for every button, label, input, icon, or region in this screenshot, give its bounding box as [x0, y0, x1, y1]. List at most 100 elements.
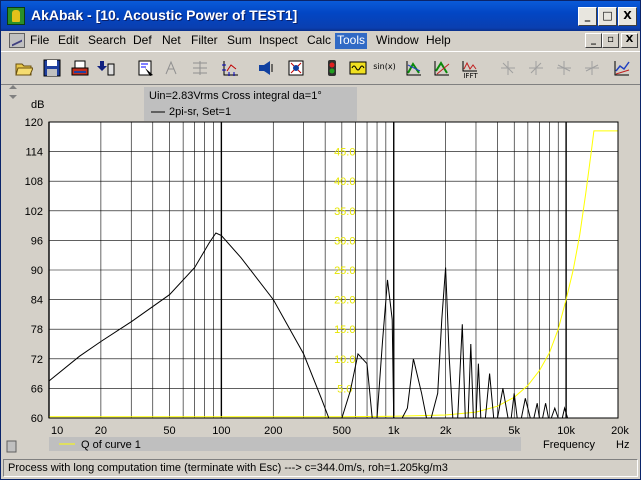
acoustic-button[interactable] — [283, 55, 308, 80]
x-tick-label: 200 — [264, 425, 282, 437]
menu-calc[interactable]: Calc — [305, 33, 333, 49]
y-tick-label: 60 — [31, 413, 43, 425]
q-axis-tick-label: 45.0 — [334, 147, 355, 159]
menu-edit[interactable]: Edit — [56, 33, 81, 49]
signal-button[interactable] — [345, 55, 370, 80]
menu-file[interactable]: File — [28, 33, 51, 49]
menu-search[interactable]: Search — [86, 33, 128, 49]
view4-button[interactable] — [579, 55, 604, 80]
print-button[interactable] — [67, 55, 92, 80]
q-axis-tick-label: 35.0 — [334, 206, 355, 218]
y-axis-unit: dB — [31, 99, 44, 111]
view1-button[interactable] — [495, 55, 520, 80]
close-button[interactable]: X — [618, 7, 637, 26]
frequency-label: Frequency — [543, 439, 595, 451]
info-line-2: 2pi-sr, Set=1 — [169, 106, 231, 118]
cursor-button[interactable] — [159, 55, 184, 80]
multi-curve-icon — [434, 61, 450, 76]
scroll-up-arrow[interactable] — [9, 85, 17, 89]
y-tick-label: 108 — [25, 176, 43, 188]
page-icon[interactable] — [6, 440, 17, 453]
child-minimize-button[interactable]: _ — [585, 33, 602, 48]
ifft-button[interactable]: IFFT — [457, 55, 482, 80]
legend-label: Q of curve 1 — [81, 439, 141, 451]
meter-button[interactable] — [319, 55, 344, 80]
x-tick-label: 500 — [333, 425, 351, 437]
ifft-label: IFFT — [463, 72, 478, 80]
speaker-button[interactable] — [253, 55, 278, 80]
axes-button[interactable] — [217, 55, 242, 80]
view4-icon — [585, 61, 599, 75]
acoustic-icon — [288, 60, 304, 76]
axes-icon — [222, 61, 238, 76]
q-axis-tick-label: 25.0 — [334, 265, 355, 277]
curve-icon — [406, 61, 421, 76]
save-button[interactable] — [39, 55, 64, 80]
title-bar[interactable]: AkAbak - [10. Acoustic Power of TEST1] _… — [1, 1, 640, 31]
x-tick-label: 20k — [611, 425, 629, 437]
document-icon[interactable] — [9, 33, 25, 48]
edit-script-icon — [138, 60, 153, 76]
menu-net[interactable]: Net — [160, 33, 183, 49]
menu-filter[interactable]: Filter — [189, 33, 220, 49]
x-tick-label: 5k — [508, 425, 520, 437]
frequency-response-chart[interactable]: Uin=2.83Vrms Cross integral da=1° 2pi-sr… — [1, 85, 640, 459]
y-tick-label: 114 — [25, 147, 43, 159]
meter-icon — [328, 60, 336, 76]
x-tick-label: 2k — [440, 425, 452, 437]
view2-button[interactable] — [523, 55, 548, 80]
y-tick-label: 90 — [31, 265, 43, 277]
x-tick-label: 10k — [557, 425, 575, 437]
frequency-unit: Hz — [616, 439, 629, 451]
window-title: AkAbak - [10. Acoustic Power of TEST1] — [31, 7, 298, 23]
curve-button[interactable] — [401, 55, 426, 80]
child-close-button[interactable]: X — [621, 33, 638, 48]
x-tick-label: 20 — [95, 425, 107, 437]
chart-button[interactable] — [609, 55, 634, 80]
view1-icon — [501, 61, 515, 75]
x-tick-label: 100 — [212, 425, 230, 437]
child-restore-button[interactable]: ▫ — [602, 33, 619, 48]
x-tick-label: 10 — [51, 425, 63, 437]
maximize-button[interactable]: □ — [598, 7, 617, 26]
right-axis-ticks: 5.010.015.020.025.030.035.040.045.0 — [334, 147, 355, 396]
open-folder-icon — [15, 63, 33, 76]
y-axis-ticks: 60 66 72 78 84 90 96 102 108 114 120 — [25, 117, 43, 425]
sine-icon: sin(x) — [373, 62, 396, 71]
view3-icon — [557, 61, 571, 75]
print-icon — [71, 60, 89, 76]
scroll-down-arrow[interactable] — [9, 95, 17, 99]
menu-tools[interactable]: Tools — [335, 33, 368, 49]
multi-curve-button[interactable] — [429, 55, 454, 80]
plot-area: Uin=2.83Vrms Cross integral da=1° 2pi-sr… — [1, 85, 640, 459]
menu-window[interactable]: Window — [374, 33, 421, 49]
menu-inspect[interactable]: Inspect — [257, 33, 300, 49]
menu-def[interactable]: Def — [131, 33, 154, 49]
scale-button[interactable] — [187, 55, 212, 80]
view2-icon — [529, 61, 543, 75]
minimize-button[interactable]: _ — [578, 7, 597, 26]
x-tick-label: 50 — [163, 425, 175, 437]
save-disk-icon — [43, 59, 61, 77]
chart-icon — [614, 61, 630, 76]
menu-help[interactable]: Help — [424, 33, 453, 49]
q-axis-tick-label: 15.0 — [334, 324, 355, 336]
open-folder-button[interactable] — [11, 55, 36, 80]
sine-button[interactable]: sin(x) — [371, 55, 396, 80]
info-line-1: Uin=2.83Vrms Cross integral da=1° — [149, 90, 322, 102]
x-tick-label: 1k — [388, 425, 400, 437]
edit-script-button[interactable] — [133, 55, 158, 80]
menu-sum[interactable]: Sum — [225, 33, 254, 49]
y-tick-label: 102 — [25, 206, 43, 218]
q-axis-tick-label: 40.0 — [334, 176, 355, 188]
export-button[interactable] — [93, 55, 118, 80]
speaker-icon — [259, 61, 273, 75]
view3-button[interactable] — [551, 55, 576, 80]
x-axis-ticks: 10 20 50 100 200 500 1k 2k 5k 10k 20k — [51, 425, 629, 437]
app-logo-icon[interactable] — [7, 7, 25, 25]
status-bar: Process with long computation time (term… — [3, 459, 638, 477]
y-tick-label: 84 — [31, 295, 43, 307]
app-window: AkAbak - [10. Acoustic Power of TEST1] _… — [0, 0, 641, 480]
export-icon — [97, 61, 115, 76]
q-axis-tick-label: 10.0 — [334, 354, 355, 366]
